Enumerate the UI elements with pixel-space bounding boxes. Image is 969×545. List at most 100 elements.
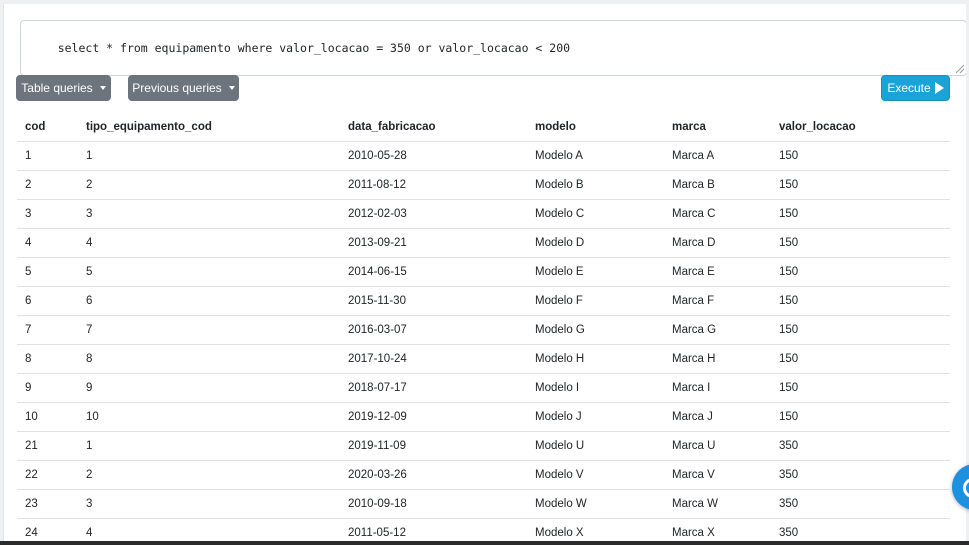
- help-bubble-icon: [963, 478, 969, 498]
- results-body: 1 1 2010-05-28 Modelo A Marca A 150 2 2 2011-08-…: [17, 141, 950, 545]
- sql-query-text: select * from equipamento where valor_lo…: [57, 41, 571, 55]
- cell-data-fabricacao: 2018-07-17: [340, 373, 527, 403]
- column-header-cod[interactable]: cod: [17, 113, 78, 142]
- cell-tipo-equipamento-cod: 7: [78, 315, 340, 345]
- cell-marca: Marca B: [664, 170, 771, 200]
- column-header-marca[interactable]: marca: [664, 113, 771, 142]
- cell-marca: Marca G: [664, 315, 771, 345]
- cell-data-fabricacao: 2012-02-03: [340, 199, 527, 229]
- table-row: 4 4 2013-09-21 Modelo D Marca D 150: [17, 228, 950, 258]
- column-header-modelo[interactable]: modelo: [527, 113, 664, 142]
- cell-modelo: Modelo D: [527, 228, 664, 258]
- cell-valor-locacao: 150: [771, 141, 950, 171]
- cell-data-fabricacao: 2017-10-24: [340, 344, 527, 374]
- table-row: 5 5 2014-06-15 Modelo E Marca E 150: [17, 257, 950, 287]
- query-panel: select * from equipamento where valor_lo…: [3, 4, 966, 545]
- cell-marca: Marca E: [664, 257, 771, 287]
- table-row: 1 1 2010-05-28 Modelo A Marca A 150: [17, 141, 950, 171]
- cell-tipo-equipamento-cod: 4: [78, 228, 340, 258]
- cell-modelo: Modelo J: [527, 402, 664, 432]
- cell-tipo-equipamento-cod: 3: [78, 489, 340, 519]
- cell-modelo: Modelo E: [527, 257, 664, 287]
- column-header-tipo-equipamento-cod[interactable]: tipo_equipamento_cod: [78, 113, 340, 142]
- cell-tipo-equipamento-cod: 2: [78, 170, 340, 200]
- play-icon: [934, 82, 944, 94]
- cell-cod: 4: [17, 228, 78, 258]
- window-bottom-edge: [0, 541, 969, 545]
- cell-valor-locacao: 150: [771, 228, 950, 258]
- cell-cod: 7: [17, 315, 78, 345]
- previous-queries-label: Previous queries: [132, 81, 222, 95]
- cell-valor-locacao: 350: [771, 460, 950, 490]
- table-row: 8 8 2017-10-24 Modelo H Marca H 150: [17, 344, 950, 374]
- cell-valor-locacao: 150: [771, 344, 950, 374]
- cell-modelo: Modelo I: [527, 373, 664, 403]
- cell-cod: 1: [17, 141, 78, 171]
- cell-valor-locacao: 150: [771, 402, 950, 432]
- cell-modelo: Modelo W: [527, 489, 664, 519]
- table-row: 7 7 2016-03-07 Modelo G Marca G 150: [17, 315, 950, 345]
- table-queries-label: Table queries: [21, 81, 93, 95]
- column-header-valor-locacao[interactable]: valor_locacao: [771, 113, 950, 142]
- previous-queries-button[interactable]: Previous queries: [128, 75, 239, 101]
- cell-tipo-equipamento-cod: 2: [78, 460, 340, 490]
- cell-modelo: Modelo G: [527, 315, 664, 345]
- chevron-down-icon: [99, 86, 106, 90]
- cell-data-fabricacao: 2011-08-12: [340, 170, 527, 200]
- cell-tipo-equipamento-cod: 3: [78, 199, 340, 229]
- cell-cod: 22: [17, 460, 78, 490]
- cell-cod: 6: [17, 286, 78, 316]
- cell-modelo: Modelo B: [527, 170, 664, 200]
- cell-marca: Marca A: [664, 141, 771, 171]
- sql-query-input[interactable]: select * from equipamento where valor_lo…: [20, 20, 966, 76]
- table-row: 23 3 2010-09-18 Modelo W Marca W 350: [17, 489, 950, 519]
- column-header-data-fabricacao[interactable]: data_fabricacao: [340, 113, 527, 142]
- cell-marca: Marca U: [664, 431, 771, 461]
- execute-label: Execute: [887, 81, 931, 95]
- cell-cod: 2: [17, 170, 78, 200]
- cell-cod: 3: [17, 199, 78, 229]
- table-header-row: cod tipo_equipamento_cod data_fabricacao…: [17, 113, 950, 142]
- cell-data-fabricacao: 2019-11-09: [340, 431, 527, 461]
- cell-data-fabricacao: 2010-05-28: [340, 141, 527, 171]
- cell-marca: Marca F: [664, 286, 771, 316]
- cell-valor-locacao: 150: [771, 199, 950, 229]
- cell-valor-locacao: 350: [771, 489, 950, 519]
- cell-tipo-equipamento-cod: 5: [78, 257, 340, 287]
- cell-data-fabricacao: 2016-03-07: [340, 315, 527, 345]
- cell-tipo-equipamento-cod: 10: [78, 402, 340, 432]
- cell-tipo-equipamento-cod: 1: [78, 141, 340, 171]
- cell-modelo: Modelo V: [527, 460, 664, 490]
- cell-valor-locacao: 150: [771, 286, 950, 316]
- cell-modelo: Modelo H: [527, 344, 664, 374]
- cell-marca: Marca H: [664, 344, 771, 374]
- cell-marca: Marca V: [664, 460, 771, 490]
- cell-tipo-equipamento-cod: 6: [78, 286, 340, 316]
- cell-data-fabricacao: 2014-06-15: [340, 257, 527, 287]
- cell-cod: 8: [17, 344, 78, 374]
- cell-marca: Marca W: [664, 489, 771, 519]
- cell-cod: 9: [17, 373, 78, 403]
- chevron-down-icon: [228, 86, 235, 90]
- results-table: cod tipo_equipamento_cod data_fabricacao…: [17, 113, 950, 545]
- table-row: 10 10 2019-12-09 Modelo J Marca J 150: [17, 402, 950, 432]
- cell-modelo: Modelo F: [527, 286, 664, 316]
- cell-tipo-equipamento-cod: 1: [78, 431, 340, 461]
- cell-cod: 21: [17, 431, 78, 461]
- resize-grip-icon[interactable]: [956, 65, 964, 73]
- cell-valor-locacao: 350: [771, 431, 950, 461]
- table-row: 22 2 2020-03-26 Modelo V Marca V 350: [17, 460, 950, 490]
- cell-marca: Marca J: [664, 402, 771, 432]
- cell-tipo-equipamento-cod: 8: [78, 344, 340, 374]
- table-queries-button[interactable]: Table queries: [16, 75, 111, 101]
- cell-cod: 23: [17, 489, 78, 519]
- table-row: 6 6 2015-11-30 Modelo F Marca F 150: [17, 286, 950, 316]
- cell-modelo: Modelo U: [527, 431, 664, 461]
- execute-button[interactable]: Execute: [881, 75, 950, 101]
- cell-valor-locacao: 150: [771, 257, 950, 287]
- cell-tipo-equipamento-cod: 9: [78, 373, 340, 403]
- cell-valor-locacao: 150: [771, 315, 950, 345]
- cell-marca: Marca D: [664, 228, 771, 258]
- cell-marca: Marca I: [664, 373, 771, 403]
- table-row: 2 2 2011-08-12 Modelo B Marca B 150: [17, 170, 950, 200]
